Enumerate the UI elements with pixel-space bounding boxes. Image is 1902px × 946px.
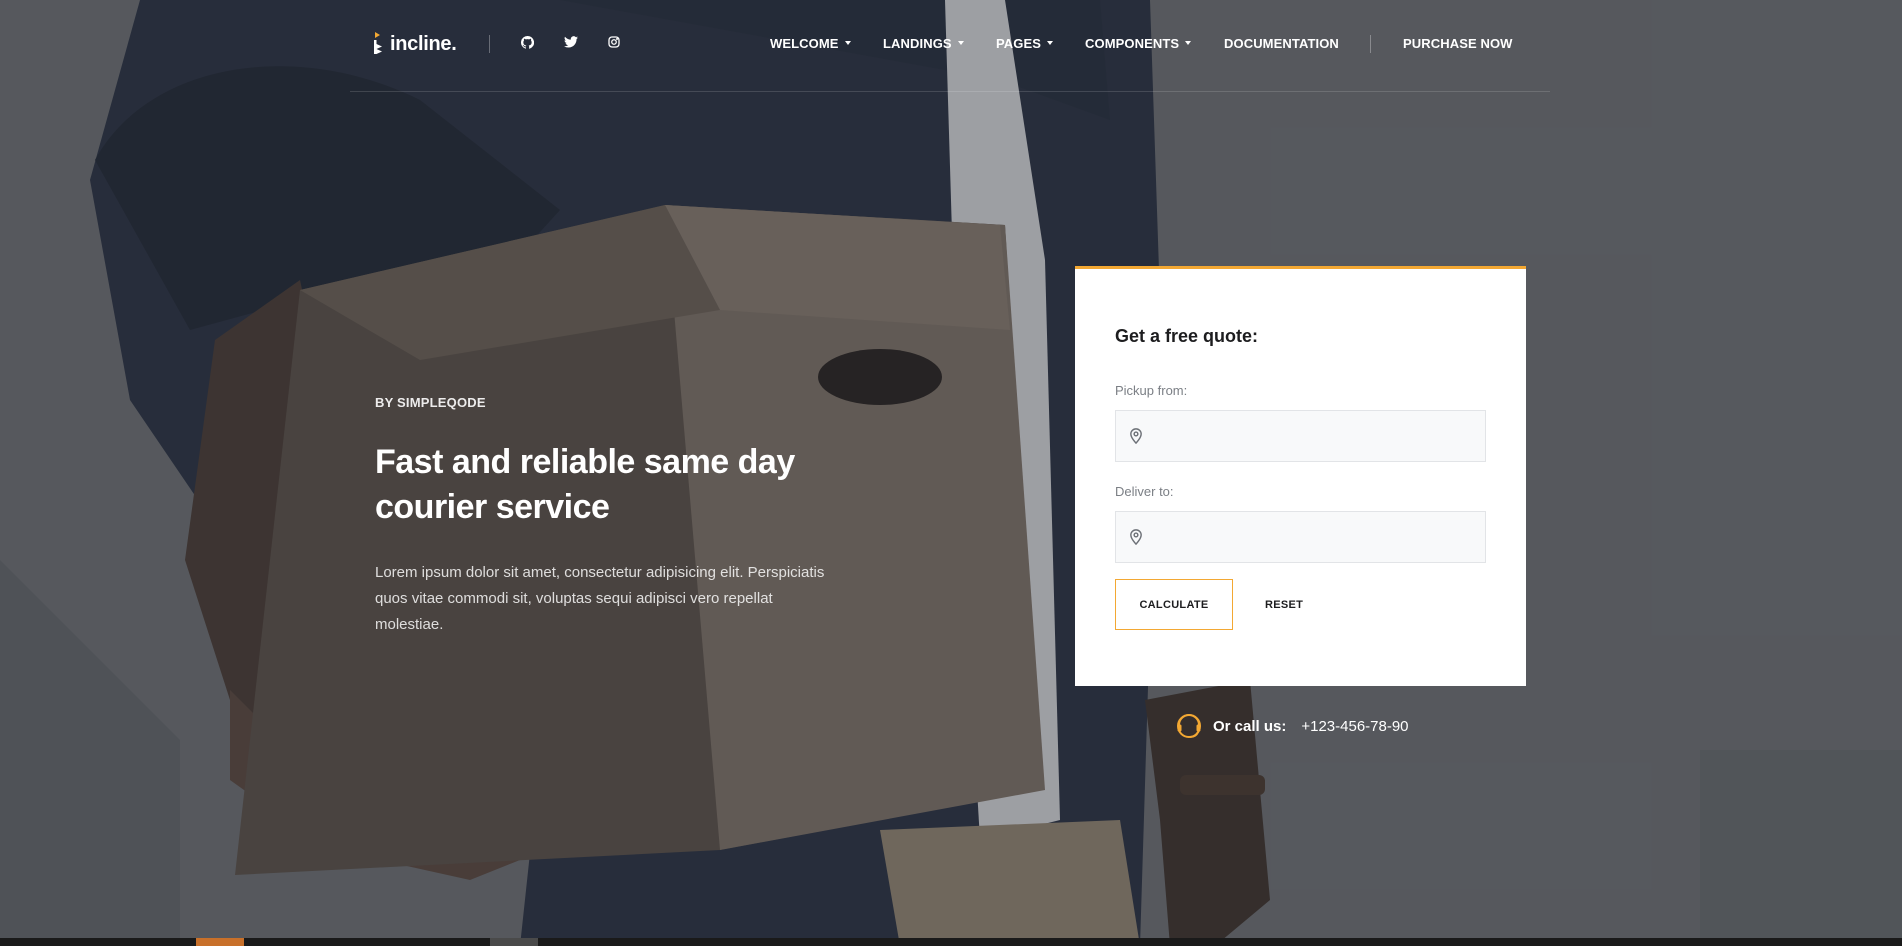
deliver-field[interactable] (1115, 511, 1486, 563)
nav-label: DOCUMENTATION (1224, 35, 1339, 51)
pickup-label: Pickup from: (1115, 383, 1188, 398)
brand-logo[interactable]: incline. (374, 30, 457, 58)
pickup-field[interactable] (1115, 410, 1486, 462)
hero-headline-line1: Fast and reliable same day (375, 443, 795, 481)
bottom-strip (0, 938, 1902, 946)
quote-title: Get a free quote: (1115, 326, 1259, 346)
reset-button[interactable]: RESET (1255, 579, 1313, 630)
hero-headline-line2: courier service (375, 488, 610, 526)
nav-label: LANDINGS (883, 35, 952, 51)
nav-item-components[interactable]: COMPONENTS (1085, 34, 1192, 52)
nav-item-pages[interactable]: PAGES (996, 34, 1054, 52)
twitter-icon[interactable] (563, 34, 579, 50)
hero-headline: Fast and reliable same day courier servi… (375, 440, 875, 530)
location-pin-icon (1130, 428, 1142, 444)
hero-lead: Lorem ipsum dolor sit amet, consectetur … (375, 564, 825, 633)
call-us: Or call us: +123-456-78-90 (1173, 710, 1409, 742)
brand-name: incline. (390, 32, 457, 55)
caret-down-icon (1185, 41, 1192, 45)
site-header: incline. WELCOME LANDINGS PAGES COMPONEN… (350, 0, 1550, 92)
quote-form: Get a free quote: Pickup from: Deliver t… (1075, 266, 1526, 686)
headset-icon (1177, 714, 1201, 738)
nav-label: WELCOME (770, 35, 839, 51)
github-icon[interactable] (519, 34, 535, 50)
deliver-label: Deliver to: (1115, 484, 1174, 499)
nav-item-documentation[interactable]: DOCUMENTATION (1224, 34, 1339, 52)
pickup-input[interactable] (1151, 410, 1485, 462)
header-divider (489, 35, 490, 53)
hero-overlay (0, 0, 1902, 946)
phone-number[interactable]: +123-456-78-90 (1301, 718, 1408, 735)
nav-label: COMPONENTS (1085, 35, 1180, 51)
location-pin-icon (1130, 529, 1142, 545)
purchase-now-link[interactable]: PURCHASE NOW (1403, 34, 1513, 52)
caret-down-icon (844, 41, 851, 45)
hero-content: BY SIMPLEQODE Fast and reliable same day… (375, 395, 875, 638)
nav-item-landings[interactable]: LANDINGS (883, 34, 964, 52)
bottom-strip-accent (196, 938, 244, 946)
header-divider (1370, 35, 1371, 53)
calculate-button[interactable]: CALCULATE (1115, 579, 1233, 630)
caret-down-icon (1047, 41, 1054, 45)
logo-mark-icon (374, 32, 382, 54)
instagram-icon[interactable] (606, 34, 622, 50)
nav-item-welcome[interactable]: WELCOME (770, 34, 851, 52)
caret-down-icon (957, 41, 964, 45)
nav-label: PAGES (996, 35, 1042, 51)
hero-eyebrow: BY SIMPLEQODE (375, 395, 486, 410)
call-label: Or call us: (1213, 717, 1287, 735)
bottom-strip-gray (490, 938, 538, 946)
deliver-input[interactable] (1151, 511, 1485, 563)
